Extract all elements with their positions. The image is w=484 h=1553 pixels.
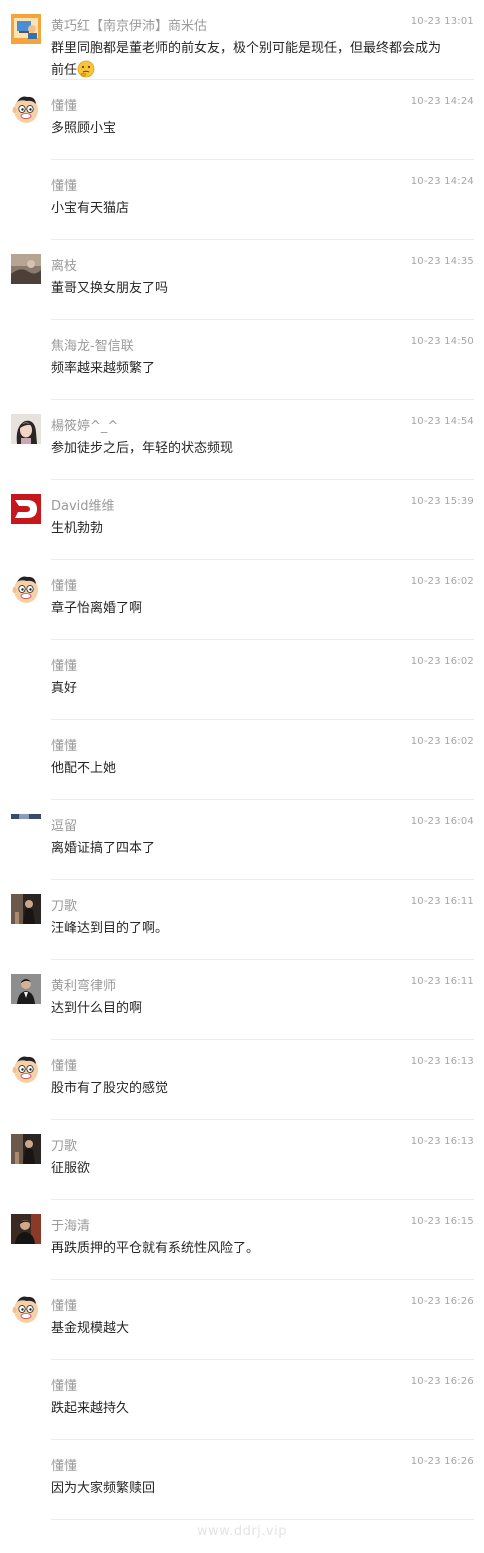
cartoon-face-avatar-icon[interactable] xyxy=(11,1294,41,1324)
comment-item: 懂懂 10-23 16:26 跌起来越持久 xyxy=(0,1360,484,1440)
comment-item: 懂懂 10-23 16:26 因为大家频繁赎回 xyxy=(0,1440,484,1520)
comment-author[interactable]: 懂懂 xyxy=(51,575,77,594)
comment-time: 10-23 16:02 xyxy=(410,656,474,667)
comment-item: 懂懂 10-23 16:02 章子怡离婚了啊 xyxy=(0,560,484,640)
woman-photo-avatar-icon[interactable] xyxy=(11,414,41,444)
comment-item: 焦海龙-智信联 10-23 14:50 频率越来越频繁了 xyxy=(0,320,484,400)
comment-item: 懂懂 10-23 16:13 股市有了股灾的感觉 xyxy=(0,1040,484,1120)
comment-time: 10-23 16:26 xyxy=(410,1456,474,1467)
comment-text: 多照顾小宝 xyxy=(51,121,117,136)
comment-time: 10-23 16:26 xyxy=(410,1376,474,1387)
comment-item: 懂懂 10-23 16:02 他配不上她 xyxy=(0,720,484,800)
comment-text: 真好 xyxy=(51,681,78,696)
comment-text: 因为大家频繁赎回 xyxy=(51,1481,156,1496)
comment-item: 楊筱婷^_^ 10-23 14:54 参加徒步之后，年轻的状态频现 xyxy=(0,400,484,480)
comment-item: 黄利弯律师 10-23 16:11 达到什么目的啊 xyxy=(0,960,484,1040)
comment-item: David维维 10-23 15:39 生机勃勃 xyxy=(0,480,484,560)
comment-time: 10-23 15:39 xyxy=(410,496,474,507)
comment-author[interactable]: 楊筱婷^_^ xyxy=(51,415,118,434)
comment-author[interactable]: 逗留 xyxy=(51,815,77,834)
comment-time: 10-23 16:11 xyxy=(410,896,474,907)
comment-text: 达到什么目的啊 xyxy=(51,1001,143,1016)
comment-author[interactable]: 懂懂 xyxy=(51,655,77,674)
red-d-logo-avatar-icon[interactable] xyxy=(11,494,41,524)
comment-author[interactable]: 懂懂 xyxy=(51,95,77,114)
comment-time: 10-23 14:24 xyxy=(410,96,474,107)
comment-author[interactable]: 于海清 xyxy=(51,1215,90,1234)
comment-item: 黄巧红【南京伊沛】商米估 10-23 13:01 群里同胞都是董老师的前女友，极… xyxy=(0,0,484,80)
comment-time: 10-23 14:50 xyxy=(410,336,474,347)
comment-text: 参加徒步之后，年轻的状态频现 xyxy=(51,441,234,456)
comment-item: 懂懂 10-23 14:24 多照顾小宝 xyxy=(0,80,484,160)
comment-item: 刀歌 10-23 16:11 汪峰达到目的了啊。 xyxy=(0,880,484,960)
cartoon-face-avatar-icon[interactable] xyxy=(11,1054,41,1084)
comment-time: 10-23 16:02 xyxy=(410,736,474,747)
comment-author[interactable]: 懂懂 xyxy=(51,1295,77,1314)
computer-user-avatar-icon[interactable] xyxy=(11,14,41,44)
dark-photo-avatar-icon[interactable] xyxy=(11,1134,41,1164)
partial-photo-avatar-icon[interactable] xyxy=(11,814,41,822)
comment-item: 逗留 10-23 16:04 离婚证搞了四本了 xyxy=(0,800,484,880)
comment-item: 刀歌 10-23 16:13 征服欲 xyxy=(0,1120,484,1200)
comment-list: 黄巧红【南京伊沛】商米估 10-23 13:01 群里同胞都是董老师的前女友，极… xyxy=(0,0,484,1520)
comment-time: 10-23 13:01 xyxy=(410,16,474,27)
comment-author[interactable]: 焦海龙-智信联 xyxy=(51,335,134,354)
comment-item: 懂懂 10-23 16:02 真好 xyxy=(0,640,484,720)
comment-text: 征服欲 xyxy=(51,1161,91,1176)
comment-time: 10-23 16:04 xyxy=(410,816,474,827)
photo-avatar-icon[interactable] xyxy=(11,254,41,284)
comment-author[interactable]: 刀歌 xyxy=(51,1135,77,1154)
comment-author[interactable]: 黄巧红【南京伊沛】商米估 xyxy=(51,15,207,34)
comment-item: 离枝 10-23 14:35 董哥又换女朋友了吗 xyxy=(0,240,484,320)
comment-text: 他配不上她 xyxy=(51,761,117,776)
comment-text: 汪峰达到目的了啊。 xyxy=(51,921,169,936)
comment-text: 离婚证搞了四本了 xyxy=(51,841,156,856)
watermark: www.ddrj.vip xyxy=(197,1524,287,1539)
cartoon-face-avatar-icon[interactable] xyxy=(11,94,41,124)
comment-author[interactable]: 刀歌 xyxy=(51,895,77,914)
comment-time: 10-23 16:13 xyxy=(410,1056,474,1067)
comment-author[interactable]: 离枝 xyxy=(51,255,77,274)
comment-author[interactable]: 懂懂 xyxy=(51,735,77,754)
man-photo-avatar-icon[interactable] xyxy=(11,1214,41,1244)
comment-text: 基金规模越大 xyxy=(51,1321,130,1336)
comment-text: 跌起来越持久 xyxy=(51,1401,130,1416)
comment-author[interactable]: 懂懂 xyxy=(51,1455,77,1474)
comment-time: 10-23 16:11 xyxy=(410,976,474,987)
comment-time: 10-23 14:35 xyxy=(410,256,474,267)
dark-photo-avatar-icon[interactable] xyxy=(11,894,41,924)
comment-item: 懂懂 10-23 14:24 小宝有天猫店 xyxy=(0,160,484,240)
comment-text: 章子怡离婚了啊 xyxy=(51,601,143,616)
comment-author[interactable]: 黄利弯律师 xyxy=(51,975,116,994)
comment-time: 10-23 16:02 xyxy=(410,576,474,587)
comment-text: 股市有了股灾的感觉 xyxy=(51,1081,169,1096)
comment-divider xyxy=(51,1519,474,1520)
comment-time: 10-23 16:26 xyxy=(410,1296,474,1307)
comment-text: 再跌质押的平仓就有系统性风险了。 xyxy=(51,1241,260,1256)
comment-text: 频率越来越频繁了 xyxy=(51,361,156,376)
lawyer-photo-avatar-icon[interactable] xyxy=(11,974,41,1004)
comment-author[interactable]: 懂懂 xyxy=(51,1055,77,1074)
comment-author[interactable]: David维维 xyxy=(51,495,115,514)
comment-item: 于海清 10-23 16:15 再跌质押的平仓就有系统性风险了。 xyxy=(0,1200,484,1280)
comment-author[interactable]: 懂懂 xyxy=(51,1375,77,1394)
comment-item: 懂懂 10-23 16:26 基金规模越大 xyxy=(0,1280,484,1360)
comment-text: 董哥又换女朋友了吗 xyxy=(51,281,169,296)
comment-time: 10-23 16:13 xyxy=(410,1136,474,1147)
comment-text: 小宝有天猫店 xyxy=(51,201,130,216)
comment-time: 10-23 14:24 xyxy=(410,176,474,187)
cartoon-face-avatar-icon[interactable] xyxy=(11,574,41,604)
comment-time: 10-23 14:54 xyxy=(410,416,474,427)
comment-author[interactable]: 懂懂 xyxy=(51,175,77,194)
comment-time: 10-23 16:15 xyxy=(410,1216,474,1227)
comment-text: 生机勃勃 xyxy=(51,521,104,536)
